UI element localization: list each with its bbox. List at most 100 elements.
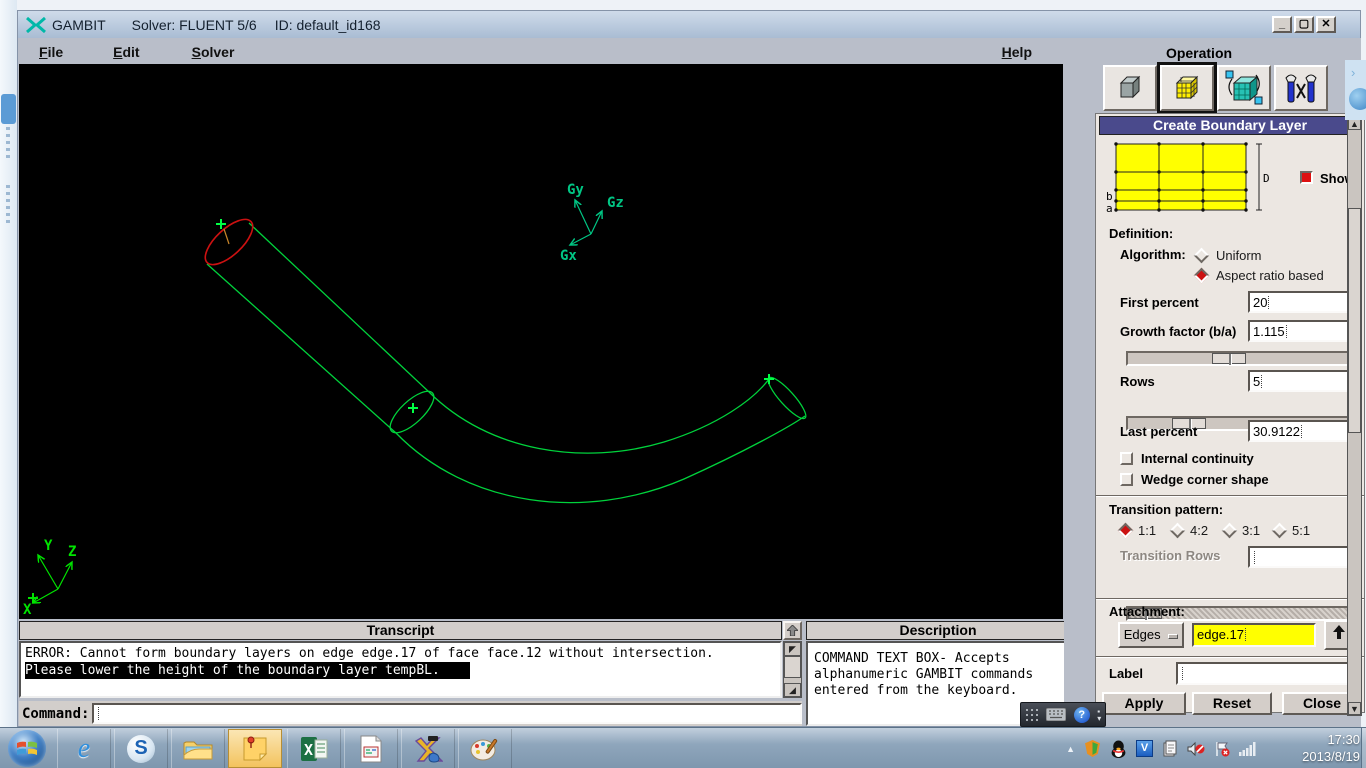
window-solver: Solver: FLUENT 5/6 — [131, 16, 257, 33]
first-percent-label: First percent — [1120, 295, 1199, 310]
dock-ball-icon[interactable] — [1349, 88, 1366, 110]
ratio-4-2-label: 4:2 — [1190, 523, 1209, 538]
uniform-radio[interactable] — [1193, 247, 1210, 264]
scroll-down-icon[interactable]: ▼ — [1348, 702, 1361, 715]
transcript-log[interactable]: ERROR: Cannot form boundary layers on ed… — [19, 641, 782, 698]
definition-label: Definition: — [1109, 226, 1174, 241]
start-button[interactable] — [8, 730, 46, 767]
label-field-label: Label — [1109, 666, 1143, 681]
apply-button[interactable]: Apply — [1102, 692, 1186, 715]
geometry-command-button[interactable] — [1103, 65, 1157, 111]
tray-expand-icon[interactable]: ▲ — [1066, 744, 1075, 754]
paint-palette-icon — [470, 738, 498, 760]
menu-edit[interactable]: Edit — [107, 42, 145, 62]
taskbar-document-button[interactable] — [344, 729, 398, 768]
taskbar-sogou-button[interactable]: S — [114, 729, 168, 768]
rows-input[interactable]: 5 — [1248, 370, 1354, 392]
taskbar-ie-button[interactable]: e — [57, 729, 111, 768]
diagram-label-d: D — [1263, 172, 1270, 185]
label-input[interactable] — [1176, 662, 1354, 685]
taskbar-paint-button[interactable] — [458, 729, 512, 768]
pipe-edge — [395, 415, 806, 504]
last-percent-input[interactable]: 30.9122 — [1248, 420, 1354, 442]
internal-continuity-label: Internal continuity — [1141, 451, 1254, 466]
title-bar[interactable]: GAMBIT Solver: FLUENT 5/6 ID: default_id… — [18, 11, 1360, 38]
taskbar-stickynotes-button[interactable] — [228, 729, 282, 768]
vertex-markers — [216, 219, 774, 413]
geometry-cube-icon — [1119, 75, 1141, 99]
menu-file[interactable]: File — [33, 42, 69, 62]
panel-scrollbar[interactable]: ▲ ▼ — [1347, 116, 1362, 716]
antivirus-shield-icon[interactable] — [1084, 740, 1101, 757]
ime-help-icon[interactable]: ? — [1073, 706, 1090, 723]
ime-collapse-icon[interactable]: ▪ ▾ — [1097, 707, 1101, 722]
attachment-label: Attachment: — [1109, 604, 1185, 619]
selected-edge-17[interactable] — [198, 212, 260, 272]
axis-label-gx: Gx — [560, 248, 577, 264]
algorithm-label: Algorithm: — [1120, 247, 1186, 262]
scroll-thumb[interactable] — [784, 656, 801, 678]
transcript-collapse-button[interactable] — [783, 621, 802, 640]
show-checkbox[interactable] — [1300, 171, 1313, 184]
desktop: GAMBIT Solver: FLUENT 5/6 ID: default_id… — [0, 0, 1366, 768]
qq-penguin-icon[interactable] — [1110, 740, 1127, 758]
separator — [1096, 598, 1364, 600]
tools-icon — [1285, 74, 1317, 103]
chevron-right-icon: › — [1351, 65, 1356, 80]
transcript-scrollbar[interactable]: ◤ ◢ — [783, 641, 802, 698]
growth-factor-slider[interactable] — [1126, 351, 1354, 366]
ratio-3-1-radio[interactable] — [1221, 522, 1238, 539]
ime-toolbar[interactable]: ? ▪ ▾ — [1020, 702, 1106, 727]
transcript-header: Transcript — [19, 621, 782, 640]
tools-command-button[interactable] — [1274, 65, 1328, 111]
show-desktop-button[interactable] — [1361, 728, 1366, 768]
diagram-label-a: a — [1106, 202, 1113, 214]
reset-button[interactable]: Reset — [1192, 692, 1272, 715]
close-button[interactable]: ✕ — [1316, 16, 1336, 33]
menu-help[interactable]: Help — [996, 42, 1038, 62]
volume-muted-icon[interactable] — [1187, 741, 1205, 757]
slider-thumb[interactable] — [1212, 353, 1246, 365]
scroll-thumb[interactable] — [1348, 208, 1361, 433]
svg-text:X: X — [304, 741, 313, 759]
network-signal-icon[interactable] — [1239, 741, 1256, 756]
taskbar-clock[interactable]: 17:30 2013/8/19 — [1302, 731, 1360, 765]
scroll-down-icon[interactable]: ◢ — [784, 683, 801, 697]
aspect-ratio-radio[interactable] — [1193, 267, 1210, 284]
first-percent-input[interactable]: 20 — [1248, 291, 1354, 313]
internal-continuity-checkbox[interactable] — [1120, 452, 1133, 465]
edge-pick-input[interactable]: edge.17 — [1192, 623, 1316, 647]
ratio-4-2-radio[interactable] — [1169, 522, 1186, 539]
edges-dropdown[interactable]: Edges — [1118, 622, 1184, 648]
thunder-icon[interactable]: V — [1136, 740, 1153, 757]
dock-tab-icon[interactable] — [1, 94, 16, 124]
description-header: Description — [806, 621, 1070, 640]
taskbar-excel-button[interactable]: X — [287, 729, 341, 768]
pipe-edge — [248, 222, 430, 393]
clock-date: 2013/8/19 — [1302, 749, 1360, 764]
ratio-1-1-radio[interactable] — [1117, 522, 1134, 539]
minimize-button[interactable]: _ — [1272, 16, 1292, 33]
transition-rows-label: Transition Rows — [1120, 548, 1221, 563]
ratio-5-1-radio[interactable] — [1271, 522, 1288, 539]
command-input[interactable] — [92, 703, 802, 724]
zones-command-button[interactable] — [1217, 65, 1271, 111]
maximize-button[interactable]: ▢ — [1294, 16, 1314, 33]
window-session-id: ID: default_id168 — [274, 16, 381, 33]
growth-factor-input[interactable]: 1.115 — [1248, 320, 1354, 342]
taskbar-xtool-button[interactable] — [401, 729, 455, 768]
graphics-canvas[interactable]: Gy Gz Gx Y Z X — [19, 64, 1063, 619]
option-menu-indicator-icon — [1168, 634, 1179, 639]
taskbar: e S X ▲ V 17:30 2013/8/19 — [0, 727, 1366, 768]
wedge-corner-checkbox[interactable] — [1120, 473, 1133, 486]
command-row: Command: — [19, 701, 802, 726]
clipboard-plug-icon[interactable] — [1162, 740, 1178, 757]
keyboard-icon[interactable] — [1046, 708, 1067, 721]
mesh-command-button[interactable] — [1157, 62, 1217, 114]
uniform-label: Uniform — [1216, 248, 1262, 263]
menu-solver[interactable]: Solver — [186, 42, 241, 62]
selected-edge-marker — [223, 228, 230, 245]
taskbar-explorer-button[interactable] — [171, 729, 225, 768]
action-center-flag-icon[interactable] — [1214, 741, 1230, 757]
scroll-up-icon[interactable]: ◤ — [784, 642, 801, 656]
